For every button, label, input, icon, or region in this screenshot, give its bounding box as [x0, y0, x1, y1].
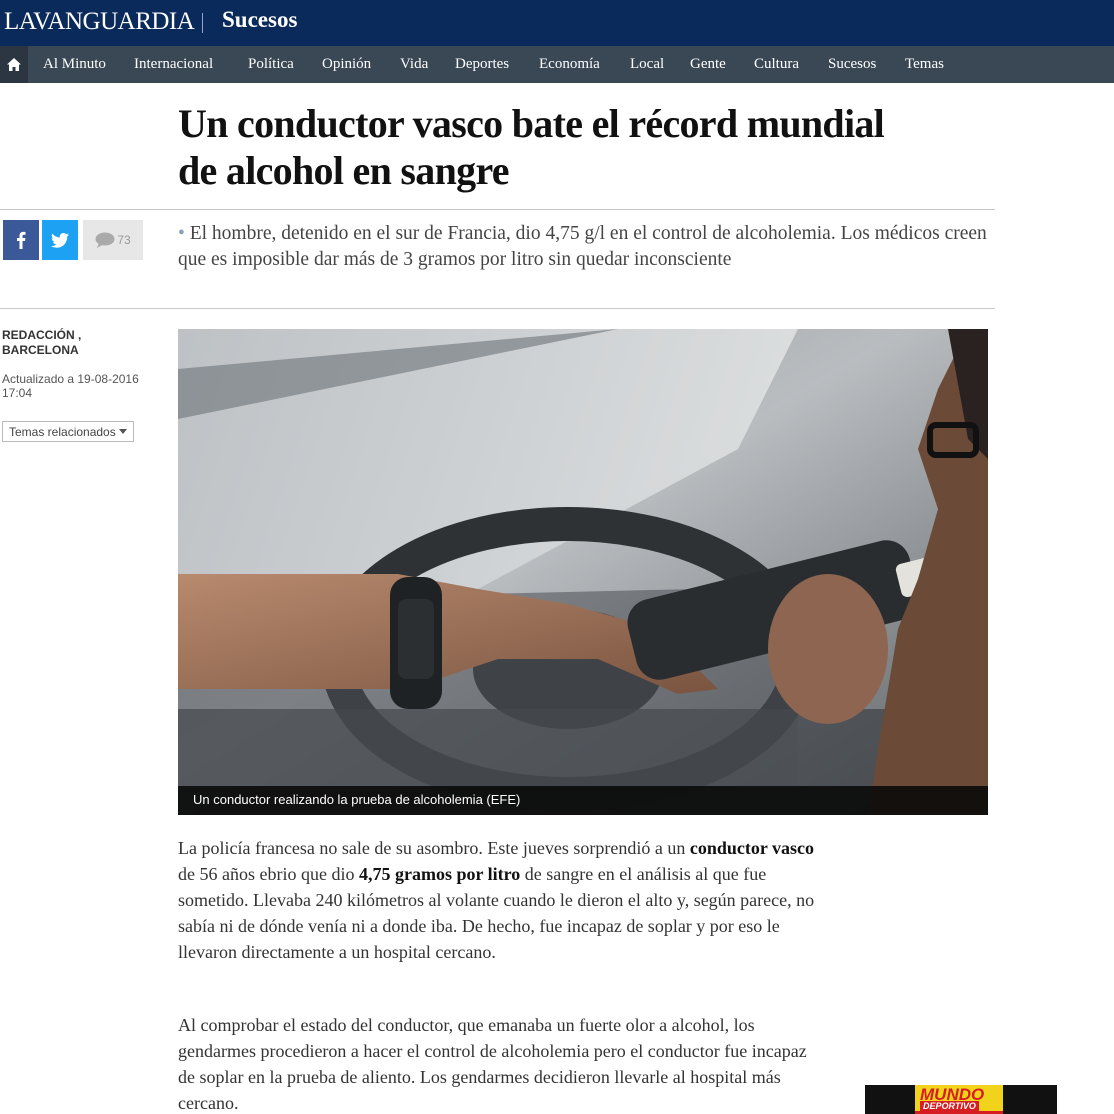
- nav-item-temas[interactable]: Temas: [905, 56, 944, 73]
- nav-item-internacional[interactable]: Internacional: [134, 56, 213, 73]
- headline-line-1: Un conductor vasco bate el récord mundia…: [178, 101, 885, 146]
- article-updated: Actualizado a 19-08-2016 17:04: [2, 372, 139, 400]
- home-button[interactable]: [0, 46, 28, 83]
- nav-item-al-minuto[interactable]: Al Minuto: [43, 56, 106, 73]
- p1-bold-d: 4,75 gramos por litro: [358, 864, 521, 884]
- article-headline: Un conductor vasco bate el récord mundia…: [178, 100, 998, 194]
- comments-button[interactable]: 73: [83, 220, 143, 260]
- nav-item-economia[interactable]: Economía: [539, 56, 600, 73]
- related-topics-label: Temas relacionados: [9, 424, 116, 439]
- chevron-down-icon: [119, 429, 127, 434]
- breathalyzer-photo: [178, 329, 988, 815]
- p1-text-c: de 56 años ebrio que dio: [178, 864, 359, 884]
- facebook-share-button[interactable]: [3, 220, 39, 260]
- headline-line-2: de alcohol en sangre: [178, 148, 510, 193]
- nav-item-gente[interactable]: Gente: [690, 56, 726, 73]
- nav-item-cultura[interactable]: Cultura: [754, 56, 799, 73]
- subtitle-bullet: •: [178, 223, 185, 244]
- ad-sub: DEPORTIVO: [920, 1101, 979, 1111]
- article-paragraph-1: La policía francesa no sale de su asombr…: [178, 835, 818, 965]
- article-paragraph-2: Al comprobar el estado del conductor, qu…: [178, 1015, 807, 1113]
- nav-item-opinion[interactable]: Opinión: [322, 56, 371, 73]
- comment-count: 73: [117, 233, 131, 247]
- facebook-icon: [17, 231, 26, 249]
- comment-icon: [95, 232, 115, 248]
- nav-item-local[interactable]: Local: [630, 56, 664, 73]
- logo-divider: [202, 13, 203, 33]
- nav-item-deportes[interactable]: Deportes: [455, 56, 509, 73]
- article-byline: REDACCIÓN , BARCELONA: [2, 328, 82, 357]
- nav-item-politica[interactable]: Política: [248, 56, 294, 73]
- nav-item-vida[interactable]: Vida: [400, 56, 428, 73]
- twitter-share-button[interactable]: [42, 220, 78, 260]
- top-bar: LAVANGUARDIA Sucesos: [0, 0, 1114, 46]
- article-photo[interactable]: [178, 329, 988, 815]
- ad-banner[interactable]: MUNDO DEPORTIVO: [865, 1085, 1057, 1114]
- divider-top: [0, 209, 995, 210]
- p1-text-a: La policía francesa no sale de su asombr…: [178, 838, 690, 858]
- subtitle-text: El hombre, detenido en el sur de Francia…: [178, 223, 987, 270]
- twitter-icon: [51, 232, 69, 248]
- nav-item-sucesos[interactable]: Sucesos: [828, 56, 876, 73]
- site-logo[interactable]: LAVANGUARDIA: [4, 8, 195, 36]
- main-nav: Al Minuto Internacional Política Opinión…: [0, 46, 1114, 83]
- p1-bold-b: conductor vasco: [689, 838, 815, 858]
- section-title[interactable]: Sucesos: [222, 7, 297, 33]
- photo-caption: Un conductor realizando la prueba de alc…: [178, 786, 988, 815]
- article-subtitle: • El hombre, detenido en el sur de Franc…: [178, 221, 988, 273]
- related-topics-dropdown[interactable]: Temas relacionados: [2, 421, 134, 442]
- divider-bottom: [0, 308, 995, 309]
- home-icon: [7, 58, 21, 71]
